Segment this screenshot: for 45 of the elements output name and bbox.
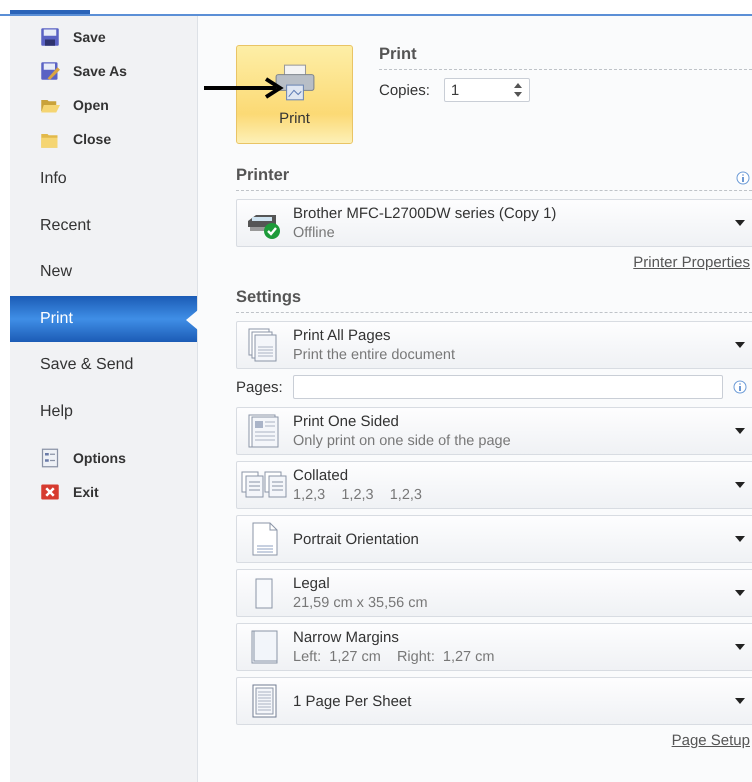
printer-icon: [274, 64, 316, 102]
menu-item[interactable]: Save: [10, 20, 197, 54]
menu-item[interactable]: Exit: [10, 475, 197, 509]
printer-dropdown[interactable]: Brother MFC-L2700DW series (Copy 1) Offline: [236, 199, 752, 247]
caret-icon: [735, 644, 745, 650]
caret-icon: [735, 536, 745, 542]
sidebar-tab[interactable]: Info: [10, 156, 197, 202]
menu-item[interactable]: Close: [10, 122, 197, 156]
menu-item[interactable]: Open: [10, 88, 197, 122]
floppy-pencil-icon: [40, 61, 60, 81]
close-icon: [40, 482, 60, 502]
pages-label: Pages:: [236, 378, 283, 396]
info-icon[interactable]: [732, 380, 747, 394]
caret-icon: [735, 220, 745, 226]
caret-icon: [735, 482, 745, 488]
info-icon[interactable]: [736, 171, 750, 185]
document-list-icon: [40, 448, 60, 468]
section-heading: Settings: [236, 288, 302, 308]
sidebar-tab[interactable]: Print: [10, 296, 197, 342]
print-button[interactable]: Print: [236, 45, 353, 144]
sidebar-tab[interactable]: Save & Send: [10, 342, 197, 388]
page-setup-link[interactable]: Page Setup: [672, 732, 750, 749]
section-heading: Printer: [236, 166, 290, 186]
printer-properties-link[interactable]: Printer Properties: [633, 254, 750, 271]
settings-dropdown[interactable]: Print All Pages Print the entire document: [236, 321, 752, 369]
caret-icon: [735, 428, 745, 434]
section-heading: Print: [379, 45, 418, 65]
pages-field[interactable]: [292, 375, 723, 399]
settings-dropdown[interactable]: Collated 1,2,3 1,2,3 1,2,3: [236, 461, 752, 509]
sidebar-tab[interactable]: New: [10, 249, 197, 296]
sidebar-tab[interactable]: Help: [10, 388, 197, 435]
copies-spinner[interactable]: 1: [444, 78, 530, 102]
settings-dropdown[interactable]: 1 Page Per Sheet: [236, 677, 752, 725]
caret-icon: [735, 698, 745, 704]
copies-label: Copies:: [379, 82, 430, 98]
caret-icon: [735, 342, 745, 348]
menu-item[interactable]: Save As: [10, 54, 197, 88]
spinner-arrows-icon: [512, 82, 523, 98]
menu-item[interactable]: Options: [10, 441, 197, 475]
settings-dropdown[interactable]: Narrow Margins Left: 1,27 cm Right: 1,27 cm: [236, 623, 752, 671]
sidebar-tab[interactable]: Recent: [10, 202, 197, 249]
settings-dropdown[interactable]: Print One Sided Only print on one side of the page: [236, 407, 752, 455]
settings-dropdown[interactable]: Legal 21,59 cm x 35,56 cm: [236, 569, 752, 617]
caret-icon: [735, 590, 745, 596]
settings-dropdown[interactable]: Portrait Orientation: [236, 515, 752, 563]
